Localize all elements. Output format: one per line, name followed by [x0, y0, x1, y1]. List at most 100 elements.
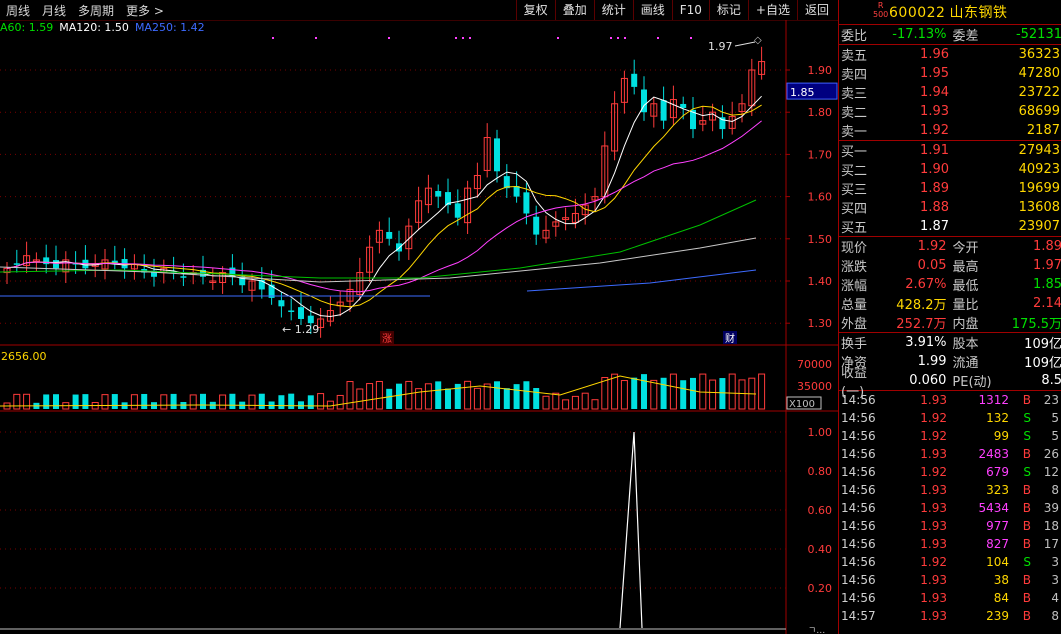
tool-button-6[interactable]: +自选 [747, 0, 797, 20]
quote-fundamentals: 换手 3.91% 股本 109亿 净资 1.99 流通 109亿 收益(一) 0.060 PE(动)… [839, 333, 1061, 400]
stat-label: 现价 [841, 241, 868, 256]
trade-time: 14:56 [841, 555, 876, 569]
price-tick-label: 1.30 [808, 317, 833, 330]
trade-count: 3 [1051, 573, 1059, 587]
volume-bar [494, 381, 500, 409]
book-price: 1.89 [920, 181, 949, 196]
trade-side: B [1022, 483, 1031, 497]
period-item-2[interactable]: 多周期 [78, 2, 114, 19]
trade-volume: 1312 [978, 393, 1009, 407]
indicator-spike [619, 431, 643, 629]
indicator-tick-label: 0.80 [808, 465, 833, 478]
stat-label: 收益(一) [841, 365, 868, 400]
event-marker [388, 37, 390, 39]
stat-label: 外盘 [841, 317, 868, 332]
trade-volume: 132 [986, 411, 1009, 425]
trade-count: 8 [1051, 483, 1059, 497]
trade-row: 14:56 1.92 679 S 12 [839, 463, 1061, 481]
price-tick-label: 1.90 [808, 64, 833, 77]
volume-bar [601, 377, 609, 410]
volume-bar [53, 394, 59, 409]
diamond-marker: ◇ [754, 35, 762, 46]
book-row: 卖一 1.92 2187 [839, 121, 1061, 140]
volume-bar [445, 388, 451, 409]
volume-bar [473, 387, 481, 410]
indicator-footer: ㄱ… [808, 626, 825, 634]
trade-price: 1.93 [920, 573, 947, 587]
volume-tick-label: 70000 [797, 358, 832, 371]
stat-label: 最高 [952, 260, 979, 275]
trade-side: B [1022, 609, 1031, 623]
event-marker [272, 37, 274, 39]
trade-time: 14:56 [841, 447, 876, 461]
event-marker [657, 37, 659, 39]
stat-row: 涨幅 2.67% 最低 1.85 [839, 275, 1061, 294]
trade-time: 14:56 [841, 573, 876, 587]
trade-volume: 679 [986, 465, 1009, 479]
stat-row: 外盘 252.7万 内盘 175.5万 [839, 313, 1061, 332]
volume-bar [111, 394, 118, 409]
period-item-1[interactable]: 月线 [42, 2, 66, 19]
marker-cai: 财 [725, 332, 735, 345]
quote-panel: R 500 600022 山东钢铁 委比 -17.13% 委差 -52131 卖五 1… [838, 0, 1061, 634]
period-item-0[interactable]: 周线 [6, 2, 30, 19]
tool-button-7[interactable]: 返回 [796, 0, 836, 20]
trade-side: B [1022, 447, 1031, 461]
tool-button-5[interactable]: 标记 [708, 0, 748, 20]
volume-bar [758, 373, 766, 410]
book-price: 1.95 [920, 66, 949, 81]
candle-body [454, 203, 461, 218]
trade-price: 1.93 [920, 393, 947, 407]
period-item-3[interactable]: 更多 > [126, 2, 164, 19]
book-row: 卖三 1.94 23722 [839, 83, 1061, 102]
weibi-value: -17.13% [892, 27, 947, 42]
volume-bar [424, 383, 432, 410]
high-label: 1.97 [708, 40, 733, 53]
volume-bar [396, 383, 402, 409]
stat-row: 收益(一) 0.060 PE(动) 8.5 [839, 366, 1061, 400]
book-row: 卖五 1.96 36323 [839, 45, 1061, 64]
trade-price: 1.93 [920, 609, 947, 623]
trade-row: 14:56 1.92 132 S 5 [839, 409, 1061, 427]
volume-bar [660, 377, 667, 409]
trade-side: B [1022, 537, 1031, 551]
volume-bar [13, 393, 21, 410]
volume-bar [288, 393, 295, 409]
tool-button-3[interactable]: 画线 [632, 0, 672, 20]
book-volume: 23907 [1018, 219, 1060, 234]
trade-count: 4 [1051, 591, 1059, 605]
indicator-tick-label: 1.00 [808, 426, 833, 439]
event-marker [617, 37, 619, 39]
stat-value: 3.91% [905, 335, 947, 350]
trade-volume: 239 [986, 609, 1009, 623]
trade-count: 39 [1043, 501, 1059, 515]
volume-bar [346, 381, 354, 410]
book-volume: 36323 [1018, 47, 1060, 62]
book-label: 买二 [841, 164, 868, 179]
event-marker [610, 37, 612, 39]
candle-body [533, 216, 540, 235]
trade-count: 23 [1043, 393, 1059, 407]
trade-volume: 99 [993, 429, 1009, 443]
tool-button-2[interactable]: 统计 [593, 0, 633, 20]
stat-value: 109亿 [1024, 337, 1061, 352]
book-volume: 13608 [1018, 200, 1060, 215]
stat-value: 109亿 [1024, 356, 1061, 371]
trade-side: S [1023, 411, 1031, 425]
volume-bar [503, 388, 510, 409]
tool-button-0[interactable]: 复权 [515, 0, 555, 20]
trade-row: 14:56 1.93 2483 B 26 [839, 445, 1061, 463]
trade-row: 14:56 1.92 99 S 5 [839, 427, 1061, 445]
stat-value: 1.89 [1033, 239, 1061, 254]
kline-chart[interactable]: 1.90 1.80 1.70 1.60 1.50 1.40 1.30 1.85 1.97 ← 1.… [0, 20, 838, 634]
trade-count: 18 [1043, 519, 1059, 533]
tool-button-1[interactable]: 叠加 [554, 0, 594, 20]
tool-button-4[interactable]: F10 [671, 0, 709, 20]
price-tick-label: 1.70 [808, 148, 833, 161]
book-price: 1.94 [920, 85, 949, 100]
price-tick-label: 1.80 [808, 106, 833, 119]
trade-row: 14:56 1.92 104 S 3 [839, 553, 1061, 571]
trade-volume: 38 [993, 573, 1009, 587]
stat-row: 现价 1.92 今开 1.89 [839, 237, 1061, 256]
volume-bar [141, 393, 148, 409]
